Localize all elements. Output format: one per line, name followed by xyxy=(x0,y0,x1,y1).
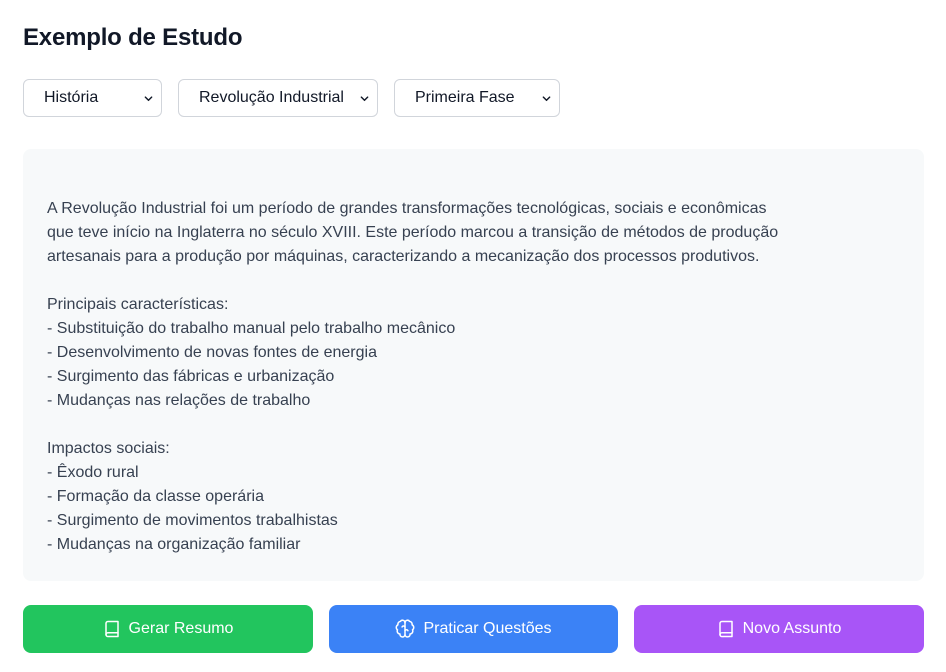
page-title: Exemplo de Estudo xyxy=(23,24,243,51)
study-content-card: A Revolução Industrial foi um período de… xyxy=(23,149,924,581)
subject-select[interactable]: História xyxy=(23,79,162,117)
study-page: Exemplo de Estudo História Revolução Ind… xyxy=(0,0,946,672)
book-icon xyxy=(717,620,735,638)
generate-summary-label: Gerar Resumo xyxy=(128,620,234,637)
new-topic-button[interactable]: Novo Assunto xyxy=(634,605,924,653)
topic-select-value: Revolução Industrial xyxy=(199,89,344,106)
phase-select[interactable]: Primeira Fase xyxy=(394,79,560,117)
chevron-down-icon xyxy=(144,94,153,103)
chevron-down-icon xyxy=(360,94,369,103)
chevron-down-icon xyxy=(542,94,551,103)
book-icon xyxy=(103,620,121,638)
new-topic-label: Novo Assunto xyxy=(742,620,842,637)
phase-select-value: Primeira Fase xyxy=(415,89,515,106)
topic-select[interactable]: Revolução Industrial xyxy=(178,79,378,117)
subject-select-value: História xyxy=(44,89,99,106)
generate-summary-button[interactable]: Gerar Resumo xyxy=(23,605,313,653)
practice-questions-button[interactable]: Praticar Questões xyxy=(329,605,618,653)
study-content-text: A Revolução Industrial foi um período de… xyxy=(47,200,779,553)
brain-icon xyxy=(395,619,415,639)
practice-questions-label: Praticar Questões xyxy=(423,620,552,637)
